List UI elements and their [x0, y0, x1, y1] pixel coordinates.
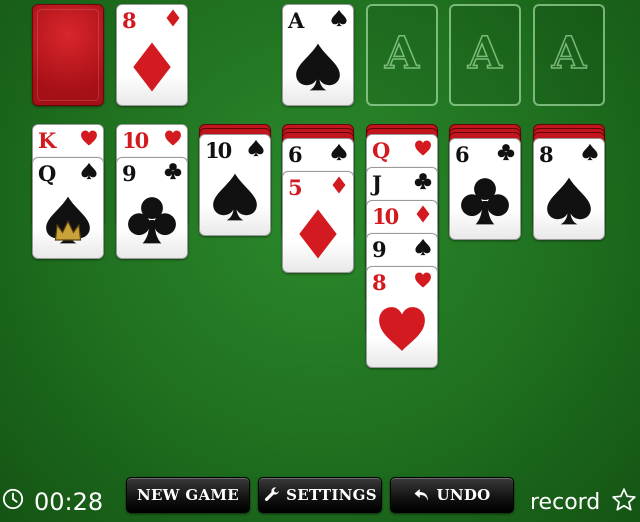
tableau-2-card[interactable]: 9: [116, 157, 188, 259]
card-rank: J: [372, 171, 382, 196]
settings-button[interactable]: SETTINGS: [258, 477, 382, 513]
clubs-icon: [497, 143, 515, 161]
card-rank: 5: [288, 175, 303, 200]
card-rank: 9: [372, 237, 387, 262]
tableau-3-card[interactable]: 10: [199, 134, 271, 236]
crown-icon: [54, 220, 82, 241]
stock-pile[interactable]: [32, 4, 104, 106]
foundation-placeholder-letter: A: [467, 27, 503, 80]
tableau-5-card[interactable]: 8: [366, 266, 438, 368]
undo-arrow-icon: [414, 489, 429, 501]
card-rank: 6: [288, 142, 303, 167]
tableau-4-card[interactable]: 5: [282, 171, 354, 273]
new-game-label: NEW GAME: [136, 486, 240, 504]
card-rank: 10: [372, 204, 399, 229]
spades-icon: [581, 143, 599, 161]
star-icon[interactable]: [611, 487, 637, 513]
hearts-icon: [414, 271, 432, 289]
tableau-1-card[interactable]: Q: [32, 157, 104, 259]
undo-label: UNDO: [436, 486, 491, 504]
hearts-icon: [414, 139, 432, 157]
foundation-3-empty[interactable]: A: [449, 4, 521, 106]
wrench-icon: [265, 487, 279, 502]
spades-large-icon: [209, 171, 261, 223]
spades-icon: [330, 143, 348, 161]
card-rank: 8: [372, 270, 387, 295]
diamonds-icon: [414, 205, 432, 223]
foundation-1[interactable]: A: [282, 4, 354, 106]
hearts-icon: [164, 129, 182, 147]
foundation-placeholder-letter: A: [551, 27, 587, 80]
foundation-2-empty[interactable]: A: [366, 4, 438, 106]
new-game-button[interactable]: NEW GAME: [126, 477, 250, 513]
waste-pile[interactable]: 8: [116, 4, 188, 106]
foundation-4-empty[interactable]: A: [533, 4, 605, 106]
card-rank: 6: [455, 142, 470, 167]
undo-button[interactable]: UNDO: [390, 477, 514, 513]
settings-label: SETTINGS: [286, 486, 377, 504]
spades-icon: [330, 9, 348, 27]
hearts-large-icon: [376, 303, 428, 355]
clock-icon: [2, 488, 24, 510]
clubs-icon: [414, 172, 432, 190]
card-rank: 8: [122, 8, 137, 33]
diamonds-icon: [330, 176, 348, 194]
card-rank: Q: [38, 161, 56, 186]
spades-icon: [80, 162, 98, 180]
foundation-placeholder-letter: A: [384, 27, 420, 80]
diamonds-large-icon: [126, 41, 178, 93]
card-rank: A: [288, 8, 304, 33]
game-timer: 00:28: [34, 488, 104, 516]
spades-large-icon: [292, 41, 344, 93]
card-rank: 8: [539, 142, 554, 167]
clubs-large-icon: [459, 175, 511, 227]
spades-icon: [414, 238, 432, 256]
card-rank: 10: [205, 138, 232, 163]
record-label[interactable]: record: [530, 490, 600, 515]
tableau-6-card[interactable]: 6: [449, 138, 521, 240]
card-rank: 10: [122, 128, 149, 153]
diamonds-icon: [164, 9, 182, 27]
tableau-7-card[interactable]: 8: [533, 138, 605, 240]
spades-icon: [247, 139, 265, 157]
diamonds-large-icon: [292, 208, 344, 260]
card-rank: Q: [372, 138, 390, 163]
clubs-icon: [164, 162, 182, 180]
card-rank: K: [38, 128, 56, 153]
hearts-icon: [80, 129, 98, 147]
card-rank: 9: [122, 161, 137, 186]
spades-large-icon: [543, 175, 595, 227]
clubs-large-icon: [126, 194, 178, 246]
